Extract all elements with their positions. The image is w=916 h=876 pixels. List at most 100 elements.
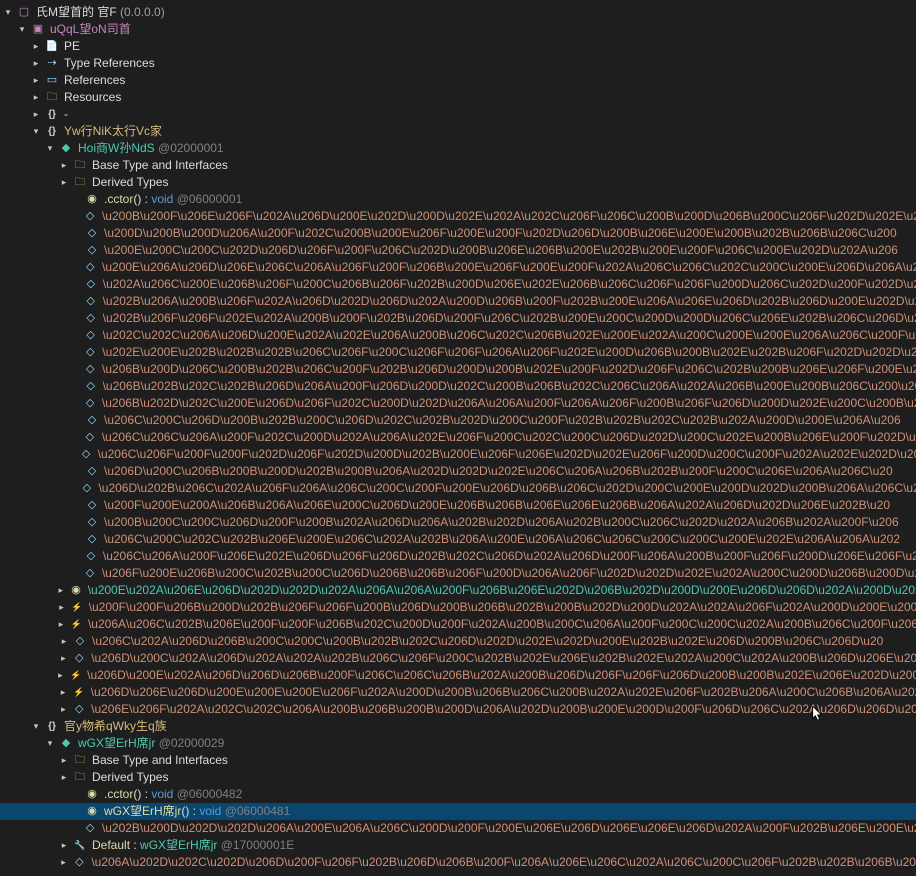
field-icon — [79, 481, 94, 497]
field-node[interactable]: \u200F\u200E\u200A\u206B\u206A\u206E\u20… — [0, 497, 916, 514]
field-node[interactable]: \u206B\u202B\u202C\u202B\u206D\u206A\u20… — [0, 378, 916, 395]
structural-folder-node[interactable]: ▸Derived Types — [0, 174, 916, 191]
field-node[interactable]: \u202C\u202C\u206A\u206D\u200E\u202A\u20… — [0, 327, 916, 344]
field-name: \u206B\u202B\u202C\u202B\u206D\u206A\u20… — [103, 378, 916, 395]
module-child-node[interactable]: ▸Resources — [0, 89, 916, 106]
structural-folder-node[interactable]: ▸Derived Types — [0, 769, 916, 786]
method-node-selected[interactable]: wGX望ErH席jr() : void @06000481 — [0, 803, 916, 820]
event-node[interactable]: ▸\u200F\u200F\u206B\u200D\u202B\u206F\u2… — [0, 599, 916, 616]
chevron-right-icon[interactable]: ▸ — [30, 58, 42, 70]
field-node[interactable]: ▸\u206D\u200C\u202A\u206D\u202A\u202A\u2… — [0, 650, 916, 667]
field-icon — [82, 566, 98, 582]
assembly-node[interactable]: ▾ 氏M望首的 官F (0.0.0.0) — [0, 4, 916, 21]
chevron-right-icon[interactable]: ▸ — [58, 755, 70, 767]
chevron-down-icon[interactable]: ▾ — [30, 721, 42, 733]
field-node[interactable]: \u206C\u206C\u206A\u200F\u202C\u200D\u20… — [0, 429, 916, 446]
folder-icon — [44, 90, 60, 106]
method-icon — [84, 787, 100, 803]
chevron-right-icon[interactable]: ▸ — [30, 92, 42, 104]
chevron-right-icon[interactable]: ▸ — [58, 177, 70, 189]
field-icon — [83, 328, 99, 344]
field-icon — [84, 226, 100, 242]
field-name: \u202E\u200E\u202B\u202B\u202B\u206C\u20… — [102, 344, 916, 361]
chevron-right-icon[interactable]: ▸ — [58, 857, 70, 869]
chevron-right-icon[interactable]: ▸ — [58, 636, 70, 648]
field-node[interactable]: \u206C\u200C\u206D\u200B\u202B\u200C\u20… — [0, 412, 916, 429]
return-type: void — [151, 192, 173, 206]
field-icon — [83, 549, 99, 565]
chevron-right-icon[interactable]: ▸ — [30, 109, 42, 121]
event-icon — [69, 617, 84, 633]
field-icon — [82, 260, 98, 276]
structural-folder-node[interactable]: ▸ Base Type and Interfaces — [0, 157, 916, 174]
event-node[interactable]: ▸\u206D\u206E\u206D\u200E\u200E\u200E\u2… — [0, 684, 916, 701]
chevron-right-icon[interactable]: ▸ — [57, 704, 69, 716]
field-node[interactable]: \u206C\u206F\u200F\u200F\u202D\u206F\u20… — [0, 446, 916, 463]
field-node[interactable]: \u206C\u200C\u202C\u202B\u206E\u200E\u20… — [0, 531, 916, 548]
field-node[interactable]: \u206C\u206A\u200F\u206E\u202E\u206D\u20… — [0, 548, 916, 565]
method-node[interactable]: .cctor() : void @06000001 — [0, 191, 916, 208]
module-child-node[interactable]: ▸PE — [0, 38, 916, 55]
chevron-right-icon[interactable]: ▸ — [58, 840, 70, 852]
field-node[interactable]: \u206D\u202B\u206C\u202A\u206F\u206A\u20… — [0, 480, 916, 497]
event-node[interactable]: ▸\u206A\u206C\u202B\u206E\u200F\u200F\u2… — [0, 616, 916, 633]
field-node[interactable]: \u206D\u200C\u206B\u200B\u200D\u202B\u20… — [0, 463, 916, 480]
field-node[interactable]: ▸\u206C\u202A\u206D\u206B\u200C\u200C\u2… — [0, 633, 916, 650]
field-node[interactable]: \u200E\u200C\u200C\u202D\u206D\u206F\u20… — [0, 242, 916, 259]
field-node[interactable]: \u206B\u202D\u202C\u200E\u206D\u206F\u20… — [0, 395, 916, 412]
module-node[interactable]: ▾ uQqL望oN司首 — [0, 21, 916, 38]
field-node[interactable]: \u200B\u200C\u200C\u206D\u200F\u200B\u20… — [0, 514, 916, 531]
chevron-down-icon[interactable]: ▾ — [30, 126, 42, 138]
field-node[interactable]: ▸\u206E\u206F\u202A\u202C\u202C\u206A\u2… — [0, 701, 916, 718]
namespace-node[interactable]: ▾ 官y物希qWky生q族 — [0, 718, 916, 735]
method-name: .cctor — [104, 192, 133, 206]
event-node[interactable]: ▸\u206D\u200E\u202A\u206D\u206D\u206B\u2… — [0, 667, 916, 684]
field-node[interactable]: \u202A\u206C\u200E\u206B\u206F\u200C\u20… — [0, 276, 916, 293]
chevron-right-icon[interactable]: ▸ — [30, 41, 42, 53]
method-node[interactable]: ▸\u200E\u202A\u206E\u206D\u202D\u202D\u2… — [0, 582, 916, 599]
module-child-node[interactable]: ▸Type References — [0, 55, 916, 72]
chevron-down-icon[interactable]: ▾ — [16, 24, 28, 36]
namespace-node[interactable]: ▾ Yw行NiK太行Vc家 — [0, 123, 916, 140]
chevron-right-icon[interactable]: ▸ — [30, 75, 42, 87]
field-node[interactable]: \u202B\u200D\u202D\u202D\u206A\u200E\u20… — [0, 820, 916, 837]
chevron-right-icon[interactable]: ▸ — [56, 602, 68, 614]
field-name: \u200E\u206A\u206D\u206E\u206C\u206A\u20… — [102, 259, 916, 276]
field-icon — [83, 345, 99, 361]
module-child-node[interactable]: ▸- — [0, 106, 916, 123]
chevron-right-icon[interactable]: ▸ — [55, 670, 66, 682]
class-node[interactable]: ▾ wGX望ErH席jr @02000029 — [0, 735, 916, 752]
method-icon — [84, 804, 100, 820]
chevron-right-icon[interactable]: ▸ — [57, 687, 69, 699]
field-name: \u200E\u200C\u200C\u202D\u206D\u206F\u20… — [104, 242, 898, 259]
namespace-label: Yw行NiK太行Vc家 — [64, 123, 162, 140]
assembly-tree[interactable]: ▾ 氏M望首的 官F (0.0.0.0) ▾ uQqL望oN司首 ▸PE▸Typ… — [0, 0, 916, 875]
event-icon — [68, 668, 83, 684]
chevron-right-icon[interactable]: ▸ — [57, 653, 69, 665]
field-node[interactable]: \u206B\u200D\u206C\u200B\u202B\u206C\u20… — [0, 361, 916, 378]
chevron-right-icon[interactable]: ▸ — [58, 772, 70, 784]
field-node[interactable]: \u206F\u200E\u206B\u200C\u202B\u200C\u20… — [0, 565, 916, 582]
chevron-right-icon[interactable]: ▸ — [55, 585, 66, 597]
structural-folder-node[interactable]: ▸Base Type and Interfaces — [0, 752, 916, 769]
folder-label: Base Type and Interfaces — [92, 157, 228, 174]
class-node[interactable]: ▾ Hoi商W孙NdS @02000001 — [0, 140, 916, 157]
field-node[interactable]: \u202E\u200E\u202B\u202B\u202B\u206C\u20… — [0, 344, 916, 361]
field-node[interactable]: \u202B\u206A\u200B\u206F\u202A\u206D\u20… — [0, 293, 916, 310]
field-node[interactable]: \u200B\u200F\u206E\u206F\u202A\u206D\u20… — [0, 208, 916, 225]
chevron-down-icon[interactable]: ▾ — [44, 738, 56, 750]
field-node[interactable]: ▸ \u206A\u202D\u202C\u202D\u206D\u200F\u… — [0, 854, 916, 871]
chevron-right-icon[interactable]: ▸ — [55, 619, 66, 631]
chevron-down-icon[interactable]: ▾ — [2, 7, 14, 19]
method-node[interactable]: .cctor() : void @06000482 — [0, 786, 916, 803]
field-name: \u206D\u202B\u206C\u202A\u206F\u206A\u20… — [98, 480, 916, 497]
field-node[interactable]: \u202B\u206F\u206F\u202E\u202A\u200B\u20… — [0, 310, 916, 327]
field-node[interactable]: \u200E\u206A\u206D\u206E\u206C\u206A\u20… — [0, 259, 916, 276]
field-name: \u206C\u206C\u206A\u200F\u202C\u200D\u20… — [102, 429, 916, 446]
field-node[interactable]: \u200D\u200B\u200D\u206A\u200F\u202C\u20… — [0, 225, 916, 242]
field-icon — [79, 447, 94, 463]
chevron-right-icon[interactable]: ▸ — [58, 160, 70, 172]
chevron-down-icon[interactable]: ▾ — [44, 143, 56, 155]
property-node[interactable]: ▸ Default : wGX望ErH席jr @17000001E — [0, 837, 916, 854]
module-child-node[interactable]: ▸References — [0, 72, 916, 89]
